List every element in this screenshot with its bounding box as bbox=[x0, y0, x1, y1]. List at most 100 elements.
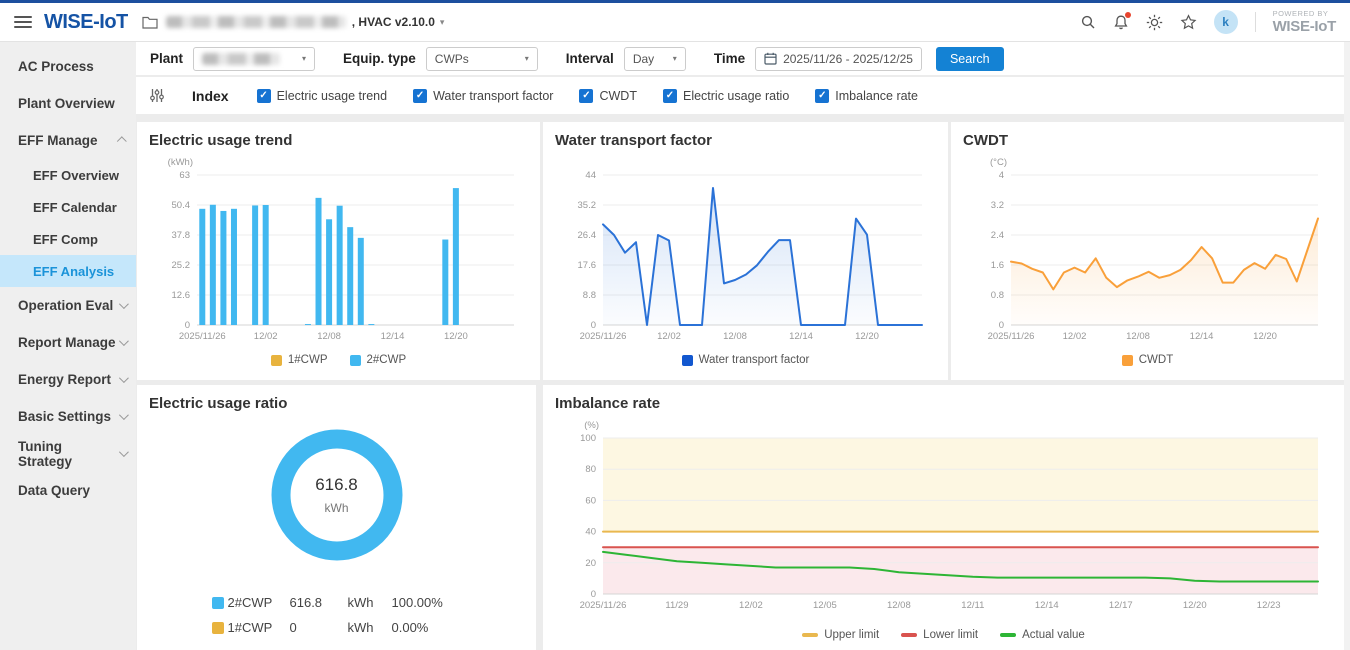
time-range-input[interactable]: 2025/11/26 - 2025/12/25 bbox=[755, 47, 922, 71]
plant-select[interactable]: ▾ bbox=[193, 47, 315, 71]
chevron-down-icon bbox=[119, 447, 129, 457]
legend-item-upper-limit[interactable]: Upper limit bbox=[802, 629, 879, 641]
favorite-star-icon[interactable] bbox=[1180, 14, 1197, 30]
card-imbalance-rate: Imbalance rate 0204060801002025/11/2611/… bbox=[543, 385, 1344, 650]
search-icon[interactable] bbox=[1080, 14, 1096, 30]
menu-hamburger-icon[interactable] bbox=[14, 16, 32, 28]
svg-text:44: 44 bbox=[585, 170, 596, 181]
sidebar-item-eff-analysis[interactable]: EFF Analysis bbox=[0, 255, 136, 287]
sidebar-item-eff-overview[interactable]: EFF Overview bbox=[0, 159, 136, 191]
electric-usage-trend-chart[interactable]: 012.625.237.850.4632025/11/2612/0212/081… bbox=[149, 153, 528, 366]
svg-text:25.2: 25.2 bbox=[172, 260, 191, 271]
svg-text:2.4: 2.4 bbox=[991, 230, 1004, 241]
chevron-down-icon: ▾ bbox=[525, 54, 529, 63]
svg-text:2025/11/26: 2025/11/26 bbox=[988, 331, 1035, 342]
legend-marker bbox=[901, 633, 917, 637]
equip-type-select[interactable]: CWPs ▾ bbox=[426, 47, 538, 71]
legend-marker bbox=[802, 633, 818, 637]
checkbox-checked-icon[interactable]: ✓ bbox=[815, 89, 829, 103]
svg-text:2025/11/26: 2025/11/26 bbox=[580, 600, 627, 611]
scrollbar-track[interactable] bbox=[1344, 42, 1350, 650]
donut-center: 616.8 kWh bbox=[262, 420, 412, 570]
header-divider bbox=[1255, 12, 1256, 32]
svg-text:80: 80 bbox=[585, 464, 596, 475]
sidebar-item-eff-comp[interactable]: EFF Comp bbox=[0, 223, 136, 255]
donut-legend-name[interactable]: 1#CWP bbox=[228, 620, 290, 635]
svg-text:12/08: 12/08 bbox=[317, 331, 341, 342]
index-option-cwdt[interactable]: ✓ CWDT bbox=[579, 89, 637, 103]
chart-title-electric-usage-trend: Electric usage trend bbox=[149, 132, 528, 149]
sidebar-item-report-manage[interactable]: Report Manage bbox=[0, 324, 136, 361]
legend-marker bbox=[271, 355, 282, 366]
cwdt-chart[interactable]: 00.81.62.43.242025/11/2612/0212/0812/141… bbox=[963, 153, 1332, 366]
donut-legend-value: 0 bbox=[290, 620, 348, 635]
legend-label: Actual value bbox=[1022, 629, 1085, 641]
sidebar-item-data-query[interactable]: Data Query bbox=[0, 472, 136, 509]
electric-usage-ratio-chart[interactable]: 616.8 kWh 2#CWP616.8kWh100.00%1#CWP0kWh0… bbox=[149, 420, 524, 635]
svg-text:0: 0 bbox=[591, 320, 596, 331]
settings-icon[interactable] bbox=[1146, 14, 1163, 31]
sidebar-item-operation-eval[interactable]: Operation Eval bbox=[0, 287, 136, 324]
water-transport-factor-chart[interactable]: 08.817.626.435.2442025/11/2612/0212/0812… bbox=[555, 153, 936, 366]
checkbox-checked-icon[interactable]: ✓ bbox=[579, 89, 593, 103]
search-button[interactable]: Search bbox=[936, 47, 1004, 71]
svg-text:40: 40 bbox=[585, 527, 596, 538]
legend-item-lower-limit[interactable]: Lower limit bbox=[901, 629, 978, 641]
svg-text:0: 0 bbox=[185, 320, 190, 331]
folder-icon[interactable] bbox=[142, 15, 158, 29]
interval-value: Day bbox=[633, 52, 654, 66]
sidebar-item-basic-settings[interactable]: Basic Settings bbox=[0, 398, 136, 435]
svg-text:12/02: 12/02 bbox=[254, 331, 278, 342]
legend-item-actual-value[interactable]: Actual value bbox=[1000, 629, 1085, 641]
donut-legend-name[interactable]: 2#CWP bbox=[228, 595, 290, 610]
card-electric-usage-ratio: Electric usage ratio 616.8 kWh 2#CWP616.… bbox=[137, 385, 536, 650]
filter-sliders-icon bbox=[150, 88, 164, 103]
svg-text:50.4: 50.4 bbox=[172, 200, 191, 211]
legend-item-cwdt[interactable]: CWDT bbox=[1122, 354, 1174, 366]
app-header: WISE-IoT , HVAC v2.10.0 ▾ k POWERED BY W… bbox=[0, 3, 1350, 42]
sidebar-item-tuning-strategy[interactable]: Tuning Strategy bbox=[0, 435, 136, 472]
index-option-imbalance-rate[interactable]: ✓Imbalance rate bbox=[815, 89, 918, 103]
svg-text:60: 60 bbox=[585, 495, 596, 506]
svg-text:12/08: 12/08 bbox=[1126, 331, 1150, 342]
equip-type-value: CWPs bbox=[435, 52, 469, 66]
chevron-down-icon: ▾ bbox=[302, 54, 306, 63]
user-avatar[interactable]: k bbox=[1214, 10, 1238, 34]
index-bar: Index ✓Electric usage trend✓Water transp… bbox=[136, 77, 1350, 114]
svg-text:(°C): (°C) bbox=[990, 157, 1007, 168]
interval-select[interactable]: Day ▾ bbox=[624, 47, 686, 71]
imbalance-rate-chart[interactable]: 0204060801002025/11/2611/2912/0212/0512/… bbox=[555, 416, 1332, 641]
notification-bell-icon[interactable] bbox=[1113, 14, 1129, 31]
sidebar-item-plant-overview[interactable]: Plant Overview bbox=[0, 85, 136, 122]
legend-item-2-cwp[interactable]: 2#CWP bbox=[350, 354, 407, 366]
sidebar-item-label: Data Query bbox=[18, 483, 90, 498]
svg-text:(%): (%) bbox=[584, 420, 599, 431]
sidebar-item-label: Basic Settings bbox=[18, 409, 111, 424]
svg-text:20: 20 bbox=[585, 558, 596, 569]
checkbox-checked-icon[interactable]: ✓ bbox=[413, 89, 427, 103]
sidebar-item-ac-process[interactable]: AC Process bbox=[0, 48, 136, 85]
sidebar-item-eff-calendar[interactable]: EFF Calendar bbox=[0, 191, 136, 223]
chart-title-cwdt: CWDT bbox=[963, 132, 1332, 149]
index-option-label: CWDT bbox=[599, 89, 637, 103]
donut-center-value: 616.8 bbox=[315, 475, 358, 495]
svg-text:0.8: 0.8 bbox=[991, 290, 1004, 301]
sidebar-item-eff-manage[interactable]: EFF Manage bbox=[0, 122, 136, 159]
svg-text:100: 100 bbox=[580, 433, 596, 444]
svg-text:17.6: 17.6 bbox=[578, 260, 597, 271]
checkbox-checked-icon[interactable]: ✓ bbox=[257, 89, 271, 103]
svg-text:2025/11/26: 2025/11/26 bbox=[580, 331, 627, 342]
equip-type-label: Equip. type bbox=[343, 51, 416, 66]
checkbox-checked-icon[interactable]: ✓ bbox=[663, 89, 677, 103]
index-option-water-transport-factor[interactable]: ✓Water transport factor bbox=[413, 89, 553, 103]
legend-item-1-cwp[interactable]: 1#CWP bbox=[271, 354, 328, 366]
legend-item-water-transport-factor[interactable]: Water transport factor bbox=[682, 354, 810, 366]
index-option-electric-usage-ratio[interactable]: ✓Electric usage ratio bbox=[663, 89, 789, 103]
index-option-electric-usage-trend[interactable]: ✓Electric usage trend bbox=[257, 89, 387, 103]
filter-bar: Plant ▾ Equip. type CWPs ▾ Interval Day … bbox=[136, 42, 1350, 76]
legend-marker bbox=[1122, 355, 1133, 366]
app-switcher-caret-icon[interactable]: ▾ bbox=[440, 17, 445, 28]
sidebar-item-label: Energy Report bbox=[18, 372, 111, 387]
sidebar-item-energy-report[interactable]: Energy Report bbox=[0, 361, 136, 398]
chevron-down-icon bbox=[119, 373, 129, 383]
